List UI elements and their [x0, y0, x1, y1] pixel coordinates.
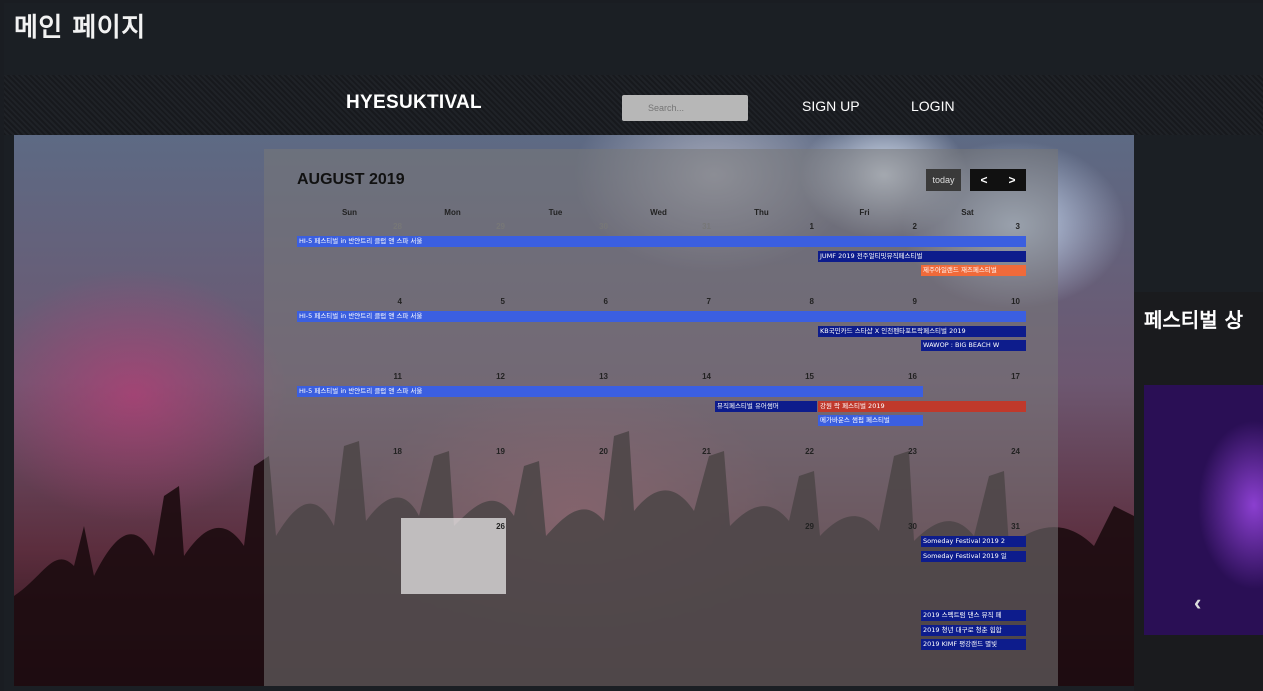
- weekday-header: Thu: [754, 208, 769, 217]
- day-number[interactable]: 9: [897, 297, 917, 306]
- day-number[interactable]: 4: [382, 297, 402, 306]
- day-number[interactable]: 8: [794, 297, 814, 306]
- day-number[interactable]: 5: [485, 297, 505, 306]
- day-number[interactable]: 3: [1000, 222, 1020, 231]
- calendar-event[interactable]: 제주아일랜드 재즈페스티벌: [921, 265, 1026, 276]
- hero-background: AUGUST 2019 today < > Sun Mon Tue Wed Th…: [14, 135, 1134, 686]
- calendar-event[interactable]: 강원 락 페스티벌 2019: [818, 401, 1026, 412]
- festival-carousel-panel: 페스티벌 상 ‹: [1134, 292, 1263, 691]
- calendar-event[interactable]: HI-5 페스티벌 in 반얀트리 클럽 앤 스파 서울: [297, 311, 1026, 322]
- day-number[interactable]: 29: [485, 222, 505, 231]
- calendar-month-title: AUGUST 2019: [297, 171, 405, 188]
- calendar-event[interactable]: HI-5 페스티벌 in 반얀트리 클럽 앤 스파 서울: [297, 236, 1026, 247]
- calendar-event[interactable]: KB국민카드 스타샵 X 인천펜타포트락페스티벌 2019: [818, 326, 1026, 337]
- next-month-button[interactable]: >: [998, 169, 1026, 191]
- calendar-event[interactable]: 2019 청년 대구로 청춘 힙합: [921, 625, 1026, 636]
- calendar-event[interactable]: 2019 스펙트럼 댄스 뮤직 페: [921, 610, 1026, 621]
- calendar-event[interactable]: WAWOP : BIG BEACH W: [921, 340, 1026, 351]
- day-number[interactable]: 16: [897, 372, 917, 381]
- day-number[interactable]: 7: [691, 297, 711, 306]
- calendar-event[interactable]: 2019 KIMF 평강랜드 별빛: [921, 639, 1026, 650]
- weekday-header: Mon: [444, 208, 461, 217]
- day-number[interactable]: 19: [485, 447, 505, 456]
- day-number[interactable]: 10: [1000, 297, 1020, 306]
- calendar-event[interactable]: 메가바운스 썸펍 페스티벌: [818, 415, 923, 426]
- calendar-event[interactable]: JUMF 2019 전주얼티밋뮤직페스티벌: [818, 251, 1026, 262]
- chevron-left-icon[interactable]: ‹: [1194, 590, 1201, 616]
- day-number[interactable]: 17: [1000, 372, 1020, 381]
- carousel-title: 페스티벌 상: [1144, 308, 1243, 332]
- day-number[interactable]: 22: [794, 447, 814, 456]
- day-number[interactable]: 14: [691, 372, 711, 381]
- day-number[interactable]: 30: [897, 522, 917, 531]
- day-number[interactable]: 18: [382, 447, 402, 456]
- day-number[interactable]: 23: [897, 447, 917, 456]
- top-navigation: HYESUKTIVAL SIGN UP LOGIN: [4, 75, 1263, 135]
- day-number[interactable]: 2: [897, 222, 917, 231]
- day-number[interactable]: 24: [1000, 447, 1020, 456]
- day-number[interactable]: 15: [794, 372, 814, 381]
- month-nav-group: < >: [970, 169, 1026, 191]
- day-number[interactable]: 20: [588, 447, 608, 456]
- carousel-image[interactable]: ‹: [1144, 385, 1263, 635]
- weekday-header: Tue: [548, 208, 563, 217]
- calendar-event[interactable]: HI-5 페스티벌 in 반얀트리 클럽 앤 스파 서울: [297, 386, 923, 397]
- day-number[interactable]: 6: [588, 297, 608, 306]
- search-input[interactable]: [622, 95, 748, 121]
- day-number[interactable]: 21: [691, 447, 711, 456]
- today-button[interactable]: today: [926, 169, 961, 191]
- day-number[interactable]: 31: [691, 222, 711, 231]
- day-number[interactable]: 26: [485, 522, 505, 531]
- weekday-header: Wed: [650, 208, 667, 217]
- day-number[interactable]: 28: [382, 222, 402, 231]
- weekday-header: Sat: [961, 208, 974, 217]
- day-number[interactable]: 12: [485, 372, 505, 381]
- weekday-header: Sun: [341, 208, 358, 217]
- login-link[interactable]: LOGIN: [911, 98, 955, 114]
- day-number[interactable]: 13: [588, 372, 608, 381]
- day-number[interactable]: 11: [382, 372, 402, 381]
- day-number[interactable]: 29: [794, 522, 814, 531]
- calendar-event[interactable]: Someday Festival 2019 일: [921, 551, 1026, 562]
- weekday-header: Fri: [859, 208, 870, 217]
- page-title: 메인 페이지: [14, 13, 146, 43]
- signup-link[interactable]: SIGN UP: [802, 98, 860, 114]
- day-number[interactable]: 31: [1000, 522, 1020, 531]
- festival-calendar: AUGUST 2019 today < > Sun Mon Tue Wed Th…: [264, 149, 1058, 686]
- day-number[interactable]: 1: [794, 222, 814, 231]
- day-number[interactable]: 30: [588, 222, 608, 231]
- prev-month-button[interactable]: <: [970, 169, 998, 191]
- brand-logo[interactable]: HYESUKTIVAL: [346, 92, 482, 114]
- calendar-event[interactable]: Someday Festival 2019 2: [921, 536, 1026, 547]
- calendar-event[interactable]: 뮤직페스티벌 유어썸머: [715, 401, 817, 412]
